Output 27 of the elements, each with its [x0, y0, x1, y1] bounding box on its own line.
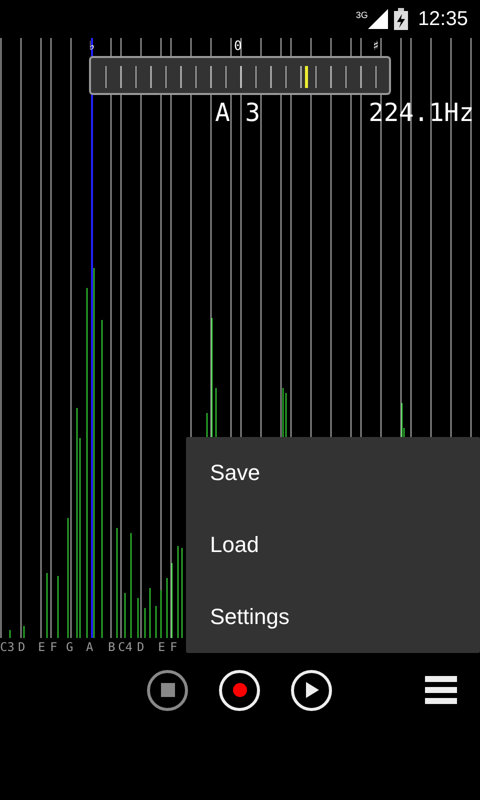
menu-item[interactable]: Save	[186, 437, 480, 509]
play-button[interactable]	[291, 670, 332, 710]
network-type: 3G	[356, 10, 368, 20]
note-label: G	[66, 640, 74, 654]
battery-icon	[394, 8, 408, 30]
note-label: F	[50, 640, 58, 654]
record-icon	[232, 683, 246, 697]
record-button[interactable]	[219, 670, 260, 710]
note-label: C3	[0, 640, 14, 654]
flat-label: ♭	[88, 40, 96, 54]
play-icon	[304, 682, 318, 698]
menu-item[interactable]: Load	[186, 509, 480, 581]
note-label: B	[108, 640, 116, 654]
signal-icon	[368, 9, 388, 29]
note-label: D	[18, 640, 26, 654]
note-label: E	[158, 640, 166, 654]
note-name: A 3	[215, 98, 260, 127]
clock: 12:35	[418, 8, 468, 30]
note-label: D	[137, 640, 144, 654]
sharp-label: ♯	[372, 40, 380, 54]
menu-item[interactable]: Settings	[186, 581, 480, 653]
stop-icon	[160, 683, 174, 697]
note-label: F	[170, 640, 178, 654]
note-label: E	[38, 640, 46, 654]
note-label: A	[86, 640, 94, 654]
note-label: C4	[118, 640, 132, 654]
menu-icon	[424, 676, 456, 704]
